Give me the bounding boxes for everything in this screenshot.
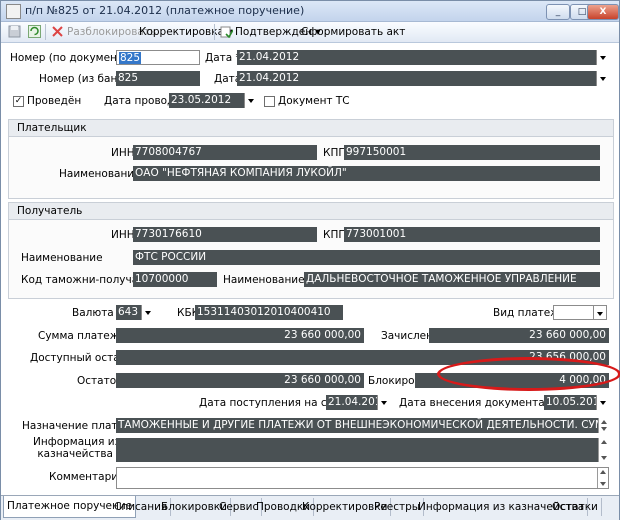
customs-code-field[interactable]: 10700000 bbox=[133, 272, 217, 287]
save-icon[interactable] bbox=[8, 25, 21, 38]
receiver-name-label: Наименование bbox=[21, 252, 103, 264]
form-content: Номер (по документу) * 825 Дата * 21.04.… bbox=[1, 43, 619, 495]
posted-label: Проведён bbox=[27, 95, 82, 107]
purpose-field[interactable]: ТАМОЖЕННЫЕ И ДРУГИЕ ПЛАТЕЖИ ОТ ВНЕШНЕЭКО… bbox=[116, 418, 609, 433]
refresh-icon[interactable] bbox=[28, 25, 41, 38]
make-act-button[interactable]: Сформировать акт bbox=[301, 26, 405, 38]
payer-name-field[interactable]: ОАО "НЕФТЯНАЯ КОМПАНИЯ ЛУКОЙЛ" bbox=[133, 166, 600, 181]
comment-label: Комментарий bbox=[49, 471, 125, 483]
bank-number-field[interactable]: 825 bbox=[116, 71, 200, 86]
chevron-down-icon[interactable] bbox=[593, 306, 606, 319]
close-button[interactable]: X bbox=[587, 4, 619, 20]
payer-kpp-label: КПП bbox=[323, 147, 347, 159]
receiver-title: Получатель bbox=[17, 205, 83, 217]
rest-field[interactable]: 23 660 000,00 bbox=[116, 373, 364, 388]
comment-field[interactable] bbox=[116, 467, 609, 489]
payer-inn-field[interactable]: 7708004767 bbox=[133, 145, 317, 160]
window-title: п/п №825 от 21.04.2012 (платежное поруче… bbox=[25, 4, 305, 17]
chevron-down-icon[interactable] bbox=[596, 395, 609, 410]
payment-type-select[interactable] bbox=[553, 305, 607, 320]
receiver-name-field[interactable]: ФТС РОССИИ bbox=[133, 250, 600, 265]
receiver-kpp-field[interactable]: 773001001 bbox=[344, 227, 600, 242]
document-window: п/п №825 от 21.04.2012 (платежное поруче… bbox=[0, 0, 620, 520]
toolbar-separator bbox=[45, 24, 46, 40]
fk-date-select[interactable]: 21.04.2012 bbox=[326, 395, 390, 410]
doc-date-label: Дата * bbox=[205, 52, 241, 64]
chevron-down-icon[interactable] bbox=[141, 305, 154, 320]
delete-icon[interactable] bbox=[51, 25, 64, 38]
tc-document-checkbox[interactable] bbox=[264, 96, 275, 107]
currency-select[interactable]: 643 bbox=[116, 305, 154, 320]
comment-scrollbar[interactable] bbox=[597, 468, 608, 488]
kbk-field[interactable]: 15311403012010400410 bbox=[195, 305, 343, 320]
tc-document-label: Документ ТС bbox=[278, 95, 350, 107]
confirm-icon bbox=[220, 26, 233, 38]
payer-title: Плательщик bbox=[17, 122, 87, 134]
receiver-inn-field[interactable]: 7730176610 bbox=[133, 227, 317, 242]
highlight-oval bbox=[437, 357, 620, 391]
post-date-select[interactable]: 23.05.2012 bbox=[169, 93, 257, 108]
payer-group-header: Плательщик bbox=[9, 120, 613, 137]
bank-date-select[interactable]: 21.04.2012 bbox=[237, 71, 609, 86]
posted-checkbox[interactable]: ✓ bbox=[13, 96, 24, 107]
doc-date-select[interactable]: 21.04.2012 bbox=[237, 50, 609, 65]
chevron-down-icon[interactable] bbox=[377, 395, 390, 410]
sum-field[interactable]: 23 660 000,00 bbox=[116, 328, 364, 343]
payer-inn-label: ИНН bbox=[111, 147, 135, 159]
chevron-down-icon[interactable] bbox=[244, 93, 257, 108]
title-bar: п/п №825 от 21.04.2012 (платежное поруче… bbox=[1, 1, 619, 22]
receiver-inn-label: ИНН bbox=[111, 229, 135, 241]
chevron-down-icon[interactable] bbox=[596, 71, 609, 86]
correction-label: Корректировка bbox=[139, 26, 225, 38]
chevron-down-icon[interactable] bbox=[596, 50, 609, 65]
document-icon bbox=[6, 4, 21, 19]
purpose-scrollbar[interactable] bbox=[598, 418, 609, 433]
receiver-kpp-label: КПП bbox=[323, 229, 347, 241]
payer-kpp-field[interactable]: 997150001 bbox=[344, 145, 600, 160]
doc-number-input[interactable]: 825 bbox=[116, 50, 200, 65]
tab-bar: Платежное поручение Списания Блокировки … bbox=[1, 495, 619, 520]
tab-balances[interactable]: Остатки bbox=[549, 498, 602, 516]
correction-menu[interactable]: Корректировка ▾ bbox=[139, 26, 233, 38]
db-date-select[interactable]: 10.05.2012 bbox=[544, 395, 609, 410]
treasury-info-field[interactable] bbox=[116, 438, 609, 462]
toolbar-separator bbox=[214, 24, 215, 40]
treasury-info-label: Информация из казначейства bbox=[33, 436, 121, 460]
treasury-scrollbar[interactable] bbox=[598, 438, 609, 462]
credited-field[interactable]: 23 660 000,00 bbox=[429, 328, 609, 343]
receiver-group-header: Получатель bbox=[9, 203, 613, 220]
toolbar: Разблокировать Корректировка ▾ Подтвержд… bbox=[1, 22, 619, 43]
customs-name-field[interactable]: ДАЛЬНЕВОСТОЧНОЕ ТАМОЖЕННОЕ УПРАВЛЕНИЕ bbox=[304, 272, 600, 287]
currency-label: Валюта * bbox=[72, 307, 122, 319]
minimize-button[interactable]: _ bbox=[546, 4, 570, 20]
